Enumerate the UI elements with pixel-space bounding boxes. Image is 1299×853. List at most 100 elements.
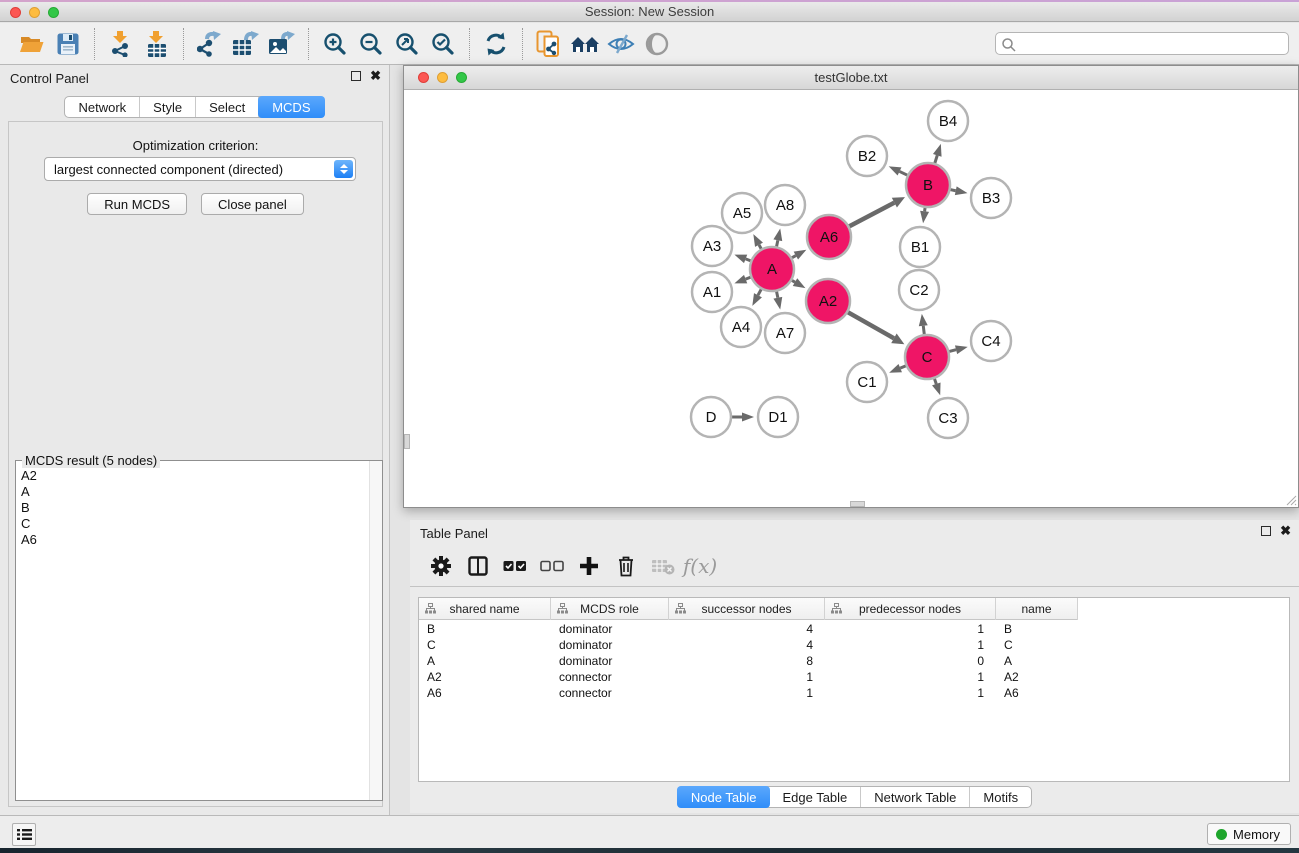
tab-style[interactable]: Style: [140, 97, 196, 117]
table-cell[interactable]: 1: [825, 669, 996, 685]
graph-edge[interactable]: [900, 171, 909, 175]
refresh-button[interactable]: [478, 27, 514, 61]
network-window-titlebar[interactable]: testGlobe.txt: [404, 66, 1298, 90]
result-item[interactable]: A2: [21, 468, 368, 484]
table-row[interactable]: Cdominator41C: [419, 637, 1289, 653]
close-panel-button[interactable]: Close panel: [201, 193, 304, 215]
table-settings-button[interactable]: [426, 551, 456, 581]
close-panel-icon[interactable]: ✖: [1280, 526, 1291, 536]
vertical-scrollbar-thumb[interactable]: [404, 434, 410, 449]
show-columns-button[interactable]: [463, 551, 493, 581]
memory-button[interactable]: Memory: [1207, 823, 1291, 845]
column-header-name[interactable]: name: [996, 598, 1078, 620]
table-cell[interactable]: 1: [825, 685, 996, 701]
select-all-button[interactable]: [500, 551, 530, 581]
network-canvas[interactable]: AA1A2A3A4A5A6A7A8BB1B2B3B4CC1C2C3C4DD1: [404, 90, 1298, 507]
table-cell[interactable]: connector: [551, 685, 669, 701]
table-cell[interactable]: 1: [825, 637, 996, 653]
table-cell[interactable]: 1: [825, 621, 996, 637]
run-mcds-button[interactable]: Run MCDS: [87, 193, 187, 215]
table-cell[interactable]: A: [419, 653, 551, 669]
column-header-MCDS-role[interactable]: MCDS role: [551, 598, 669, 620]
table-cell[interactable]: 0: [825, 653, 996, 669]
table-cell[interactable]: C: [419, 637, 551, 653]
tab-network[interactable]: Network: [65, 97, 140, 117]
result-item[interactable]: A: [21, 484, 368, 500]
zoom-in-button[interactable]: [317, 27, 353, 61]
result-item[interactable]: B: [21, 500, 368, 516]
tab-node-table[interactable]: Node Table: [677, 786, 771, 808]
search-field[interactable]: [995, 32, 1289, 55]
table-body[interactable]: Bdominator41BCdominator41CAdominator80AA…: [419, 621, 1289, 781]
show-panels-button[interactable]: [12, 823, 36, 846]
table-row[interactable]: A2connector11A2: [419, 669, 1289, 685]
import-network-button[interactable]: [103, 27, 139, 61]
tab-network-table[interactable]: Network Table: [861, 787, 970, 807]
table-cell[interactable]: dominator: [551, 621, 669, 637]
network-graph[interactable]: AA1A2A3A4A5A6A7A8BB1B2B3B4CC1C2C3C4DD1: [404, 90, 1298, 507]
resize-grip[interactable]: [1285, 494, 1297, 506]
table-cell[interactable]: A2: [996, 669, 1078, 685]
zoom-fit-button[interactable]: [389, 27, 425, 61]
function-builder-button[interactable]: f(x): [685, 551, 715, 581]
show-graphics-button[interactable]: [639, 27, 675, 61]
export-table-button[interactable]: [228, 27, 264, 61]
graph-edge[interactable]: [923, 326, 924, 335]
save-icon: [57, 33, 79, 55]
table-cell[interactable]: C: [996, 637, 1078, 653]
zoom-out-icon: [359, 32, 383, 56]
result-item[interactable]: A6: [21, 532, 368, 548]
graph-edge[interactable]: [847, 312, 894, 338]
column-header-successor-nodes[interactable]: successor nodes: [669, 598, 825, 620]
table-cell[interactable]: B: [996, 621, 1078, 637]
graph-edge[interactable]: [935, 155, 938, 164]
save-session-button[interactable]: [50, 27, 86, 61]
criterion-dropdown[interactable]: largest connected component (directed): [44, 157, 356, 181]
clone-network-button[interactable]: [531, 27, 567, 61]
home-button[interactable]: [567, 27, 603, 61]
table-cell[interactable]: A: [996, 653, 1078, 669]
table-cell[interactable]: 8: [669, 653, 825, 669]
export-network-button[interactable]: [192, 27, 228, 61]
column-header-shared-name[interactable]: shared name: [419, 598, 551, 620]
float-panel-icon[interactable]: [351, 71, 361, 81]
open-session-button[interactable]: [14, 27, 50, 61]
delete-column-button[interactable]: [611, 551, 641, 581]
main-titlebar[interactable]: Session: New Session: [0, 2, 1299, 22]
table-cell[interactable]: B: [419, 621, 551, 637]
zoom-out-button[interactable]: [353, 27, 389, 61]
mcds-result-list[interactable]: A2ABCA6: [16, 464, 368, 800]
column-header-predecessor-nodes[interactable]: predecessor nodes: [825, 598, 996, 620]
close-panel-icon[interactable]: ✖: [370, 71, 381, 81]
result-item[interactable]: C: [21, 516, 368, 532]
table-cell[interactable]: A6: [419, 685, 551, 701]
table-row[interactable]: A6connector11A6: [419, 685, 1289, 701]
create-column-button[interactable]: [574, 551, 604, 581]
table-cell[interactable]: 4: [669, 637, 825, 653]
table-cell[interactable]: 4: [669, 621, 825, 637]
table-cell[interactable]: 1: [669, 669, 825, 685]
graph-edge[interactable]: [848, 203, 894, 227]
table-cell[interactable]: A2: [419, 669, 551, 685]
import-table-button[interactable]: [139, 27, 175, 61]
table-cell[interactable]: A6: [996, 685, 1078, 701]
table-cell[interactable]: dominator: [551, 653, 669, 669]
float-panel-icon[interactable]: [1261, 526, 1271, 536]
tab-motifs[interactable]: Motifs: [970, 787, 1031, 807]
table-cell[interactable]: connector: [551, 669, 669, 685]
search-input[interactable]: [1020, 34, 1284, 53]
table-cell[interactable]: dominator: [551, 637, 669, 653]
hide-graphics-button[interactable]: [603, 27, 639, 61]
result-scrollbar[interactable]: [369, 461, 382, 800]
tab-mcds[interactable]: MCDS: [258, 96, 324, 118]
table-cell[interactable]: 1: [669, 685, 825, 701]
tab-edge-table[interactable]: Edge Table: [769, 787, 861, 807]
table-row[interactable]: Adominator80A: [419, 653, 1289, 669]
horizontal-scrollbar-thumb[interactable]: [850, 501, 865, 507]
table-row[interactable]: Bdominator41B: [419, 621, 1289, 637]
zoom-selected-button[interactable]: [425, 27, 461, 61]
delete-table-button[interactable]: [648, 551, 678, 581]
tab-select[interactable]: Select: [196, 97, 259, 117]
deselect-all-button[interactable]: [537, 551, 567, 581]
export-image-button[interactable]: [264, 27, 300, 61]
